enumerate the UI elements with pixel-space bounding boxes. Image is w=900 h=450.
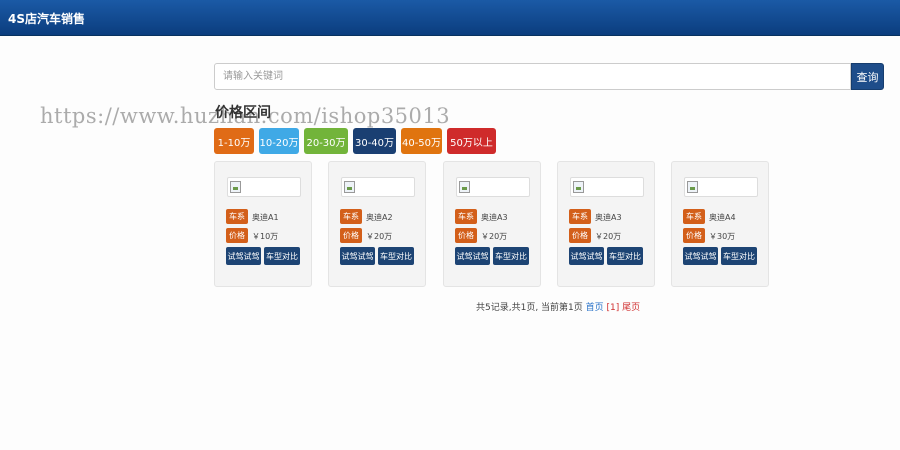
test-drive-button[interactable]: 试驾试驾 <box>340 247 375 265</box>
car-image[interactable] <box>341 177 415 197</box>
car-series: 奥迪A3 <box>481 213 508 222</box>
price-range-10-20-button[interactable]: 10-20万 <box>259 128 299 154</box>
price-range-30-40-button[interactable]: 30-40万 <box>353 128 396 154</box>
search-bar: 查询 <box>214 63 884 90</box>
car-image[interactable] <box>227 177 301 197</box>
last-page-link[interactable]: 尾页 <box>622 303 640 313</box>
compare-button[interactable]: 车型对比 <box>493 247 529 265</box>
price-range-40-50-button[interactable]: 40-50万 <box>401 128 442 154</box>
car-series: 奥迪A1 <box>252 213 279 222</box>
series-tag: 车系 <box>683 209 705 224</box>
car-price: ￥20万 <box>481 232 508 241</box>
price-tag: 价格 <box>683 228 705 243</box>
car-card: 车系 奥迪A3 价格 ￥20万 试驾试驾 车型对比 <box>443 161 541 287</box>
car-price: ￥20万 <box>595 232 622 241</box>
car-series: 奥迪A2 <box>366 213 393 222</box>
car-card: 车系 奥迪A3 价格 ￥20万 试驾试驾 车型对比 <box>557 161 655 287</box>
site-title[interactable]: 4S店汽车销售 <box>8 10 85 27</box>
compare-button[interactable]: 车型对比 <box>607 247 643 265</box>
car-card: 车系 奥迪A1 价格 ￥10万 试驾试驾 车型对比 <box>214 161 312 287</box>
top-navbar: 4S店汽车销售 <box>0 0 900 36</box>
price-tag: 价格 <box>226 228 248 243</box>
pagination-summary: 共5记录,共1页, 当前第1页 <box>476 303 583 313</box>
broken-image-icon <box>687 181 698 193</box>
compare-button[interactable]: 车型对比 <box>721 247 757 265</box>
price-range-20-30-button[interactable]: 20-30万 <box>304 128 348 154</box>
pagination: 共5记录,共1页, 当前第1页 首页 [1] 尾页 <box>476 300 640 313</box>
car-series: 奥迪A3 <box>595 213 622 222</box>
search-input[interactable] <box>214 63 851 90</box>
car-price: ￥30万 <box>709 232 736 241</box>
car-image[interactable] <box>684 177 758 197</box>
car-image[interactable] <box>570 177 644 197</box>
compare-button[interactable]: 车型对比 <box>378 247 414 265</box>
first-page-link[interactable]: 首页 <box>586 303 604 313</box>
car-image[interactable] <box>456 177 530 197</box>
car-price: ￥10万 <box>252 232 279 241</box>
series-tag: 车系 <box>340 209 362 224</box>
price-range-title: 价格区间 <box>215 105 271 121</box>
car-card: 车系 奥迪A4 价格 ￥30万 试驾试驾 车型对比 <box>671 161 769 287</box>
price-range-50-plus-button[interactable]: 50万以上 <box>447 128 496 154</box>
search-button[interactable]: 查询 <box>851 63 884 90</box>
test-drive-button[interactable]: 试驾试驾 <box>569 247 604 265</box>
test-drive-button[interactable]: 试驾试驾 <box>683 247 718 265</box>
compare-button[interactable]: 车型对比 <box>264 247 300 265</box>
price-tag: 价格 <box>455 228 477 243</box>
broken-image-icon <box>230 181 241 193</box>
car-price: ￥20万 <box>366 232 393 241</box>
car-card: 车系 奥迪A2 价格 ￥20万 试驾试驾 车型对比 <box>328 161 426 287</box>
series-tag: 车系 <box>569 209 591 224</box>
price-tag: 价格 <box>569 228 591 243</box>
car-series: 奥迪A4 <box>709 213 736 222</box>
series-tag: 车系 <box>226 209 248 224</box>
price-range-1-10-button[interactable]: 1-10万 <box>214 128 254 154</box>
broken-image-icon <box>573 181 584 193</box>
test-drive-button[interactable]: 试驾试驾 <box>455 247 490 265</box>
price-tag: 价格 <box>340 228 362 243</box>
test-drive-button[interactable]: 试驾试驾 <box>226 247 261 265</box>
broken-image-icon <box>459 181 470 193</box>
broken-image-icon <box>344 181 355 193</box>
current-page[interactable]: [1] <box>607 303 620 313</box>
series-tag: 车系 <box>455 209 477 224</box>
